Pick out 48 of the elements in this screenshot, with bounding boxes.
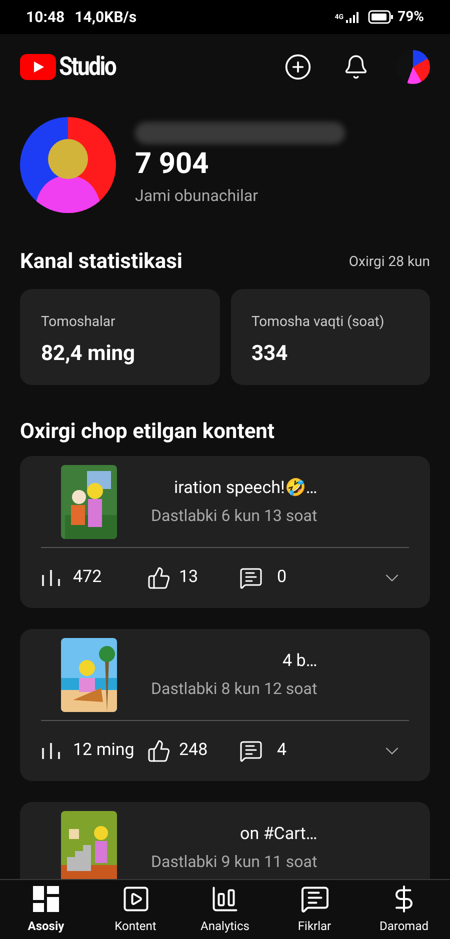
video-title: on #Cart…: [239, 823, 318, 846]
comment-icon: [300, 884, 330, 914]
signal-icon: [346, 11, 360, 23]
video-card[interactable]: on #Cart… Dastlabki 9 kun 11 soat: [20, 802, 430, 879]
nav-tab[interactable]: Kontent: [96, 884, 176, 935]
views-icon: [41, 569, 63, 587]
video-card[interactable]: iration speech!🤣… Dastlabki 6 kun 13 soat 472 13 0: [20, 456, 430, 608]
view-count: 12 ming: [73, 739, 136, 762]
video-title: iration speech!🤣…: [173, 477, 318, 500]
nav-tab[interactable]: Daromad: [364, 884, 444, 935]
subscriber-count: 7 904: [135, 146, 210, 182]
comment-icon: [239, 566, 263, 590]
video-title: 4 b…: [282, 650, 318, 674]
comment-icon: [239, 739, 263, 763]
comment-count: 0: [277, 566, 287, 590]
view-count: 472: [73, 566, 103, 590]
video-age: Dastlabki 9 kun 11 soat: [151, 850, 318, 873]
battery-icon: [368, 10, 394, 24]
nav-tab[interactable]: Analytics: [185, 884, 265, 935]
stat-card[interactable]: Tomoshalar 82,4 ming: [20, 288, 220, 384]
dashboard-icon: [33, 886, 59, 912]
stat-card[interactable]: Tomosha vaqti (soat) 334: [230, 288, 430, 384]
app-title: Studio: [59, 50, 116, 84]
network-speed: 14,0KB/s: [74, 6, 137, 28]
stat-label: Tomoshalar: [41, 312, 116, 332]
section-title: Kanal statistikasi: [20, 249, 182, 276]
subscriber-label: Jami obunachilar: [135, 185, 259, 207]
like-count: 13: [179, 566, 200, 590]
like-count: 248: [179, 739, 209, 762]
period-label: Oxirgi 28 kun: [348, 253, 430, 272]
status-time: 10:48: [26, 6, 65, 28]
battery-level: 79%: [398, 8, 424, 26]
views-icon: [41, 742, 63, 760]
video-card[interactable]: 4 b… Dastlabki 8 kun 12 soat 12 ming 248 4: [20, 629, 430, 781]
stat-value: 334: [252, 340, 289, 368]
stat-value: 82,4 ming: [41, 340, 136, 368]
comment-count: 4: [277, 739, 287, 762]
nav-tab[interactable]: Fikrlar: [274, 884, 354, 935]
section-title: Oxirgi chop etilgan kontent: [20, 418, 276, 446]
play-icon: [120, 884, 150, 914]
video-age: Dastlabki 8 kun 12 soat: [151, 678, 318, 700]
nav-tab[interactable]: Asosiy: [6, 884, 86, 935]
stat-label: Tomosha vaqti (soat): [252, 312, 386, 332]
like-icon: [147, 566, 171, 590]
video-age: Dastlabki 6 kun 13 soat: [151, 504, 318, 527]
like-icon: [147, 739, 171, 763]
youtube-logo-icon: [20, 54, 56, 80]
bar-chart-icon: [210, 884, 240, 914]
